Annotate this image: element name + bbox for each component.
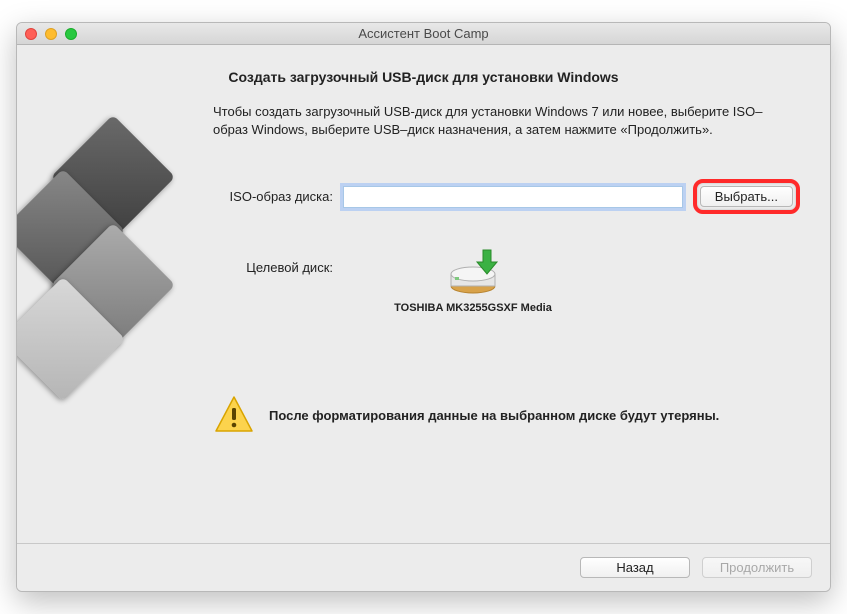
choose-button[interactable]: Выбрать...	[700, 186, 793, 207]
disk-icon	[447, 244, 499, 296]
bootcamp-icon	[43, 103, 203, 436]
iso-path-input[interactable]	[343, 186, 683, 208]
iso-label: ISO-образ диска:	[213, 189, 343, 204]
back-button[interactable]: Назад	[580, 557, 690, 578]
minimize-icon[interactable]	[45, 28, 57, 40]
target-disk-name: TOSHIBA MK3255GSXF Media	[394, 302, 552, 314]
content-area: Создать загрузочный USB-диск для установ…	[17, 45, 830, 543]
titlebar: Ассистент Boot Camp	[17, 23, 830, 45]
warning-icon	[213, 394, 255, 436]
footer: Назад Продолжить	[17, 543, 830, 591]
close-icon[interactable]	[25, 28, 37, 40]
window-controls	[25, 28, 77, 40]
window-title: Ассистент Boot Camp	[358, 26, 488, 41]
zoom-icon[interactable]	[65, 28, 77, 40]
warning-text: После форматирования данные на выбранном…	[269, 408, 719, 423]
page-title: Создать загрузочный USB-диск для установ…	[17, 69, 830, 85]
instruction-text: Чтобы создать загрузочный USB-диск для у…	[213, 103, 800, 139]
continue-button[interactable]: Продолжить	[702, 557, 812, 578]
bootcamp-assistant-window: Ассистент Boot Camp Создать загрузочный …	[16, 22, 831, 592]
highlight-annotation: Выбрать...	[693, 179, 800, 214]
target-disk-label: Целевой диск:	[213, 244, 343, 275]
target-disk-item[interactable]: TOSHIBA MK3255GSXF Media	[373, 244, 573, 314]
